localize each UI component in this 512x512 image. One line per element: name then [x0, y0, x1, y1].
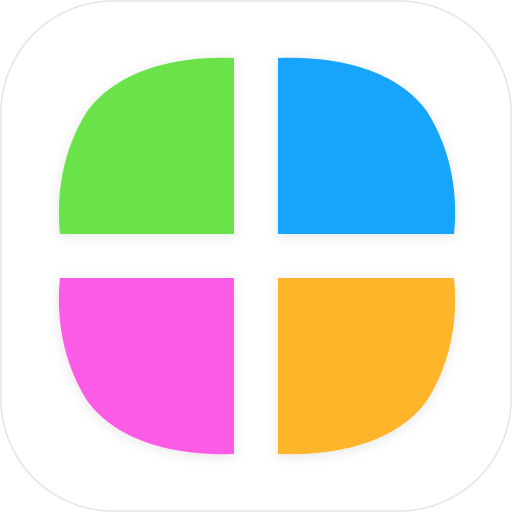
app-icon	[0, 0, 512, 512]
app-icon-canvas	[0, 0, 512, 512]
app-tile	[0, 0, 512, 512]
